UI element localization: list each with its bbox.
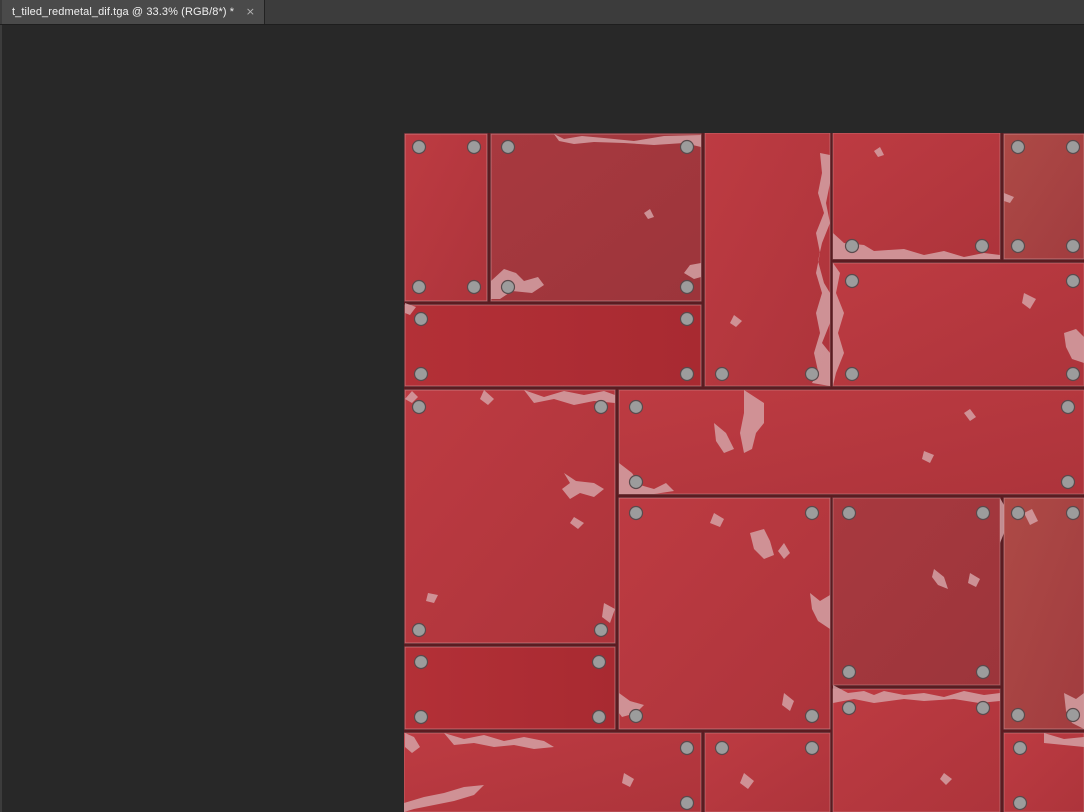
document-tab[interactable]: t_tiled_redmetal_dif.tga @ 33.3% (RGB/8*… xyxy=(2,0,265,24)
canvas-workspace[interactable] xyxy=(2,25,1084,812)
metal-panel xyxy=(404,304,702,387)
metal-panel xyxy=(1003,497,1084,730)
metal-panel xyxy=(618,497,831,730)
close-icon[interactable]: × xyxy=(246,5,255,18)
metal-panel xyxy=(832,133,1001,260)
metal-panel xyxy=(404,389,616,644)
metal-panel xyxy=(404,133,488,302)
metal-panel xyxy=(832,688,1001,812)
metal-panel xyxy=(490,133,702,302)
document-tab-bar: t_tiled_redmetal_dif.tga @ 33.3% (RGB/8*… xyxy=(0,0,1084,25)
metal-panel xyxy=(832,262,1084,387)
metal-panel xyxy=(832,497,1001,686)
image-canvas[interactable] xyxy=(404,133,1084,812)
red-metal-texture xyxy=(404,133,1084,812)
metal-panel xyxy=(404,646,616,730)
metal-panel xyxy=(618,389,1084,495)
metal-panel xyxy=(704,133,831,387)
document-tab-title: t_tiled_redmetal_dif.tga @ 33.3% (RGB/8*… xyxy=(12,6,235,18)
